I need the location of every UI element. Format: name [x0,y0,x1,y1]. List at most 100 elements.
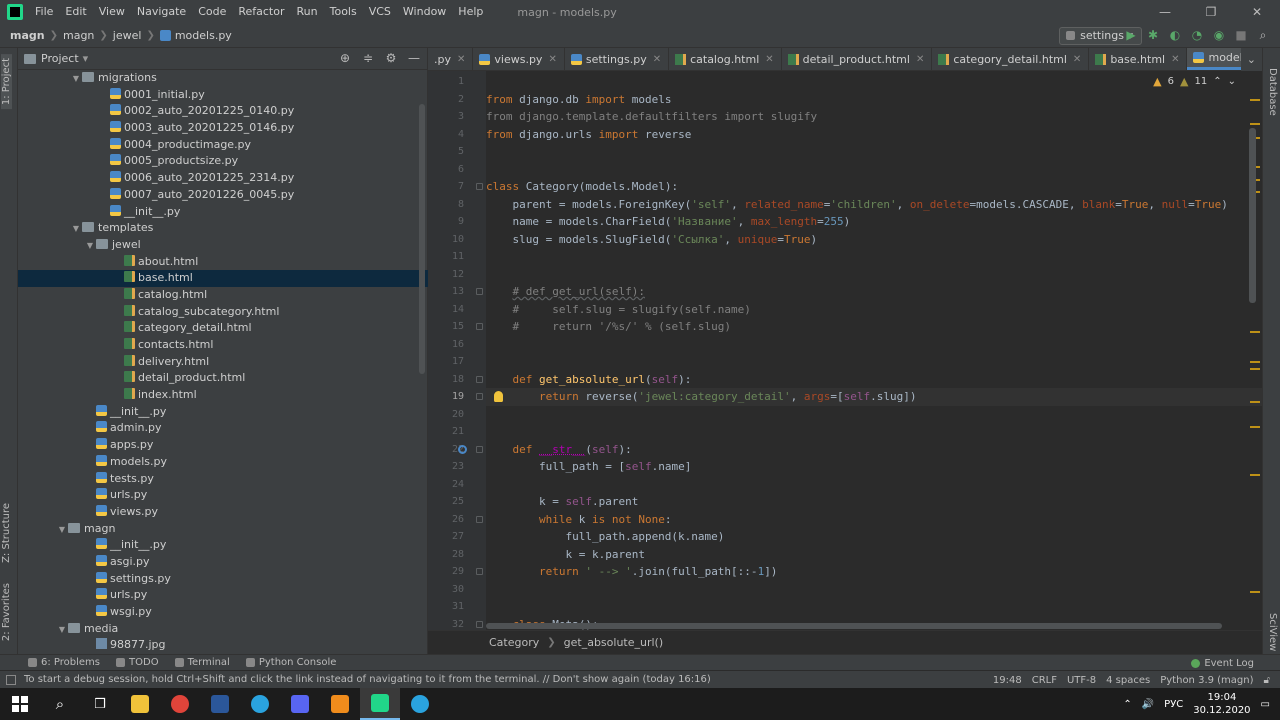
editor-tab[interactable]: detail_product.html ✕ [782,48,933,70]
menu-window[interactable]: Window [397,0,452,24]
menu-run[interactable]: Run [291,0,324,24]
locate-icon[interactable]: ⊕ [338,51,352,65]
close-tab-icon[interactable]: ✕ [653,54,661,65]
code-editor[interactable]: from django.db import models from django.… [486,71,1262,630]
code-line[interactable]: return ' --> '.join(full_path[::-1]) [486,563,777,581]
tree-item[interactable]: apps.py [18,437,428,454]
project-scrollbar[interactable] [419,104,425,374]
line-number[interactable]: 29 [428,563,464,581]
editor-tab[interactable]: views.py ✕ [473,48,565,70]
code-line[interactable]: full_path.append(k.name) [486,528,724,546]
line-number[interactable]: 4 [428,126,464,144]
menu-file[interactable]: File [29,0,59,24]
tree-item[interactable]: urls.py [18,587,428,604]
tree-item[interactable]: ▼ magn [18,521,428,538]
coverage-icon[interactable]: ◐ [1168,28,1182,42]
stripe-mark[interactable] [1250,426,1260,428]
code-line[interactable]: # self.slug = slugify(self.name) [486,301,751,319]
editor-horizontal-scrollbar[interactable] [486,623,1222,629]
python-console-tool-button[interactable]: Python Console [245,657,336,668]
tree-item[interactable]: 0003_auto_20201225_0146.py [18,120,428,137]
close-tab-icon[interactable]: ✕ [1073,54,1081,65]
file-encoding[interactable]: UTF-8 [1067,675,1096,686]
line-number[interactable]: 16 [428,336,464,354]
line-number[interactable]: 11 [428,248,464,266]
tree-item[interactable]: base.html [18,270,428,287]
line-number[interactable]: 31 [428,598,464,616]
editor-tab[interactable]: base.html ✕ [1089,48,1188,70]
menu-navigate[interactable]: Navigate [131,0,192,24]
tree-item[interactable]: __init__.py [18,404,428,421]
override-icon[interactable] [458,444,467,454]
editor-vertical-scrollbar[interactable] [1249,128,1256,303]
line-number[interactable]: 19 [428,388,464,406]
run-icon[interactable]: ▶ [1124,28,1138,42]
tree-item[interactable]: category_detail.html [18,320,428,337]
code-line[interactable]: class Category(models.Model): [486,178,678,196]
inspection-widget[interactable]: ▲ 6 ▲ 11 ⌃ ⌄ [1153,75,1236,88]
structure-tool-tab[interactable]: Z: Structure [1,503,12,563]
tree-item[interactable]: about.html [18,254,428,271]
code-line[interactable]: # def get_url(self): [486,283,645,301]
chevron-down-icon[interactable]: ▼ [56,522,68,539]
chevron-down-icon[interactable]: ▼ [84,238,96,255]
tree-item[interactable]: 98877.jpg [18,637,428,654]
stripe-mark[interactable] [1250,368,1260,370]
maximize-button[interactable]: ❐ [1188,0,1234,24]
collapse-all-icon[interactable]: ≑ [361,51,375,65]
tree-item[interactable]: detail_product.html [18,370,428,387]
indent-setting[interactable]: 4 spaces [1106,675,1150,686]
event-log-tool-button[interactable]: Event Log [1191,655,1254,671]
taskbar-telegram[interactable] [240,688,280,720]
python-interpreter[interactable]: Python 3.9 (magn) [1160,675,1253,686]
fold-marker-icon[interactable] [476,183,483,190]
close-tab-icon[interactable]: ✕ [457,54,465,65]
problems-tool-button[interactable]: 6: Problems [28,657,100,668]
stripe-mark[interactable] [1250,331,1260,333]
tree-item[interactable]: catalog.html [18,287,428,304]
input-language[interactable]: РУС [1164,699,1183,710]
breadcrumb-class[interactable]: Category [489,636,539,649]
menu-edit[interactable]: Edit [59,0,92,24]
line-number[interactable]: 10 [428,231,464,249]
line-number[interactable]: 1 [428,73,464,91]
tree-item[interactable]: delivery.html [18,354,428,371]
hide-icon[interactable]: — [407,51,421,65]
code-line[interactable]: k = k.parent [486,546,644,564]
fold-marker-icon[interactable] [476,515,483,523]
stop-icon[interactable]: ■ [1234,28,1248,42]
tool-window-toggle-icon[interactable] [6,674,16,685]
tree-item[interactable]: asgi.py [18,554,428,571]
favorites-tool-tab[interactable]: 2: Favorites [1,583,12,641]
tree-item[interactable]: index.html [18,387,428,404]
terminal-tool-button[interactable]: Terminal [174,657,230,668]
close-tab-icon[interactable]: ✕ [765,54,773,65]
volume-icon[interactable]: 🔊 [1142,699,1154,710]
line-number[interactable]: 23 [428,458,464,476]
line-number[interactable]: 25 [428,493,464,511]
line-number[interactable]: 9 [428,213,464,231]
profile-icon[interactable]: ◔ [1190,28,1204,42]
line-number[interactable]: 3 [428,108,464,126]
sciview-tool-tab[interactable]: SciView [1267,613,1278,651]
stripe-mark[interactable] [1250,361,1260,363]
line-number[interactable]: 8 [428,196,464,214]
chevron-down-icon[interactable]: ▾ [83,52,89,65]
stripe-mark[interactable] [1250,591,1260,593]
chevron-up-icon[interactable]: ⌃ [1123,699,1131,710]
nav-crumb-jewel[interactable]: jewel [113,29,142,42]
lock-icon[interactable]: 🔓︎ [1264,675,1270,686]
line-number[interactable]: 6 [428,161,464,179]
line-number[interactable]: 2 [428,91,464,109]
menu-tools[interactable]: Tools [324,0,363,24]
line-number[interactable]: 15 [428,318,464,336]
taskbar-chrome[interactable] [160,688,200,720]
line-number[interactable]: 30 [428,581,464,599]
lightbulb-icon[interactable] [494,391,503,402]
breadcrumb-method[interactable]: get_absolute_url() [564,636,664,649]
taskbar-task-view[interactable]: ❒ [80,688,120,720]
line-number[interactable]: 13 [428,283,464,301]
tree-item[interactable]: views.py [18,504,428,521]
chevron-up-icon[interactable]: ⌃ [1213,76,1221,87]
database-tool-tab[interactable]: Database [1267,68,1278,116]
